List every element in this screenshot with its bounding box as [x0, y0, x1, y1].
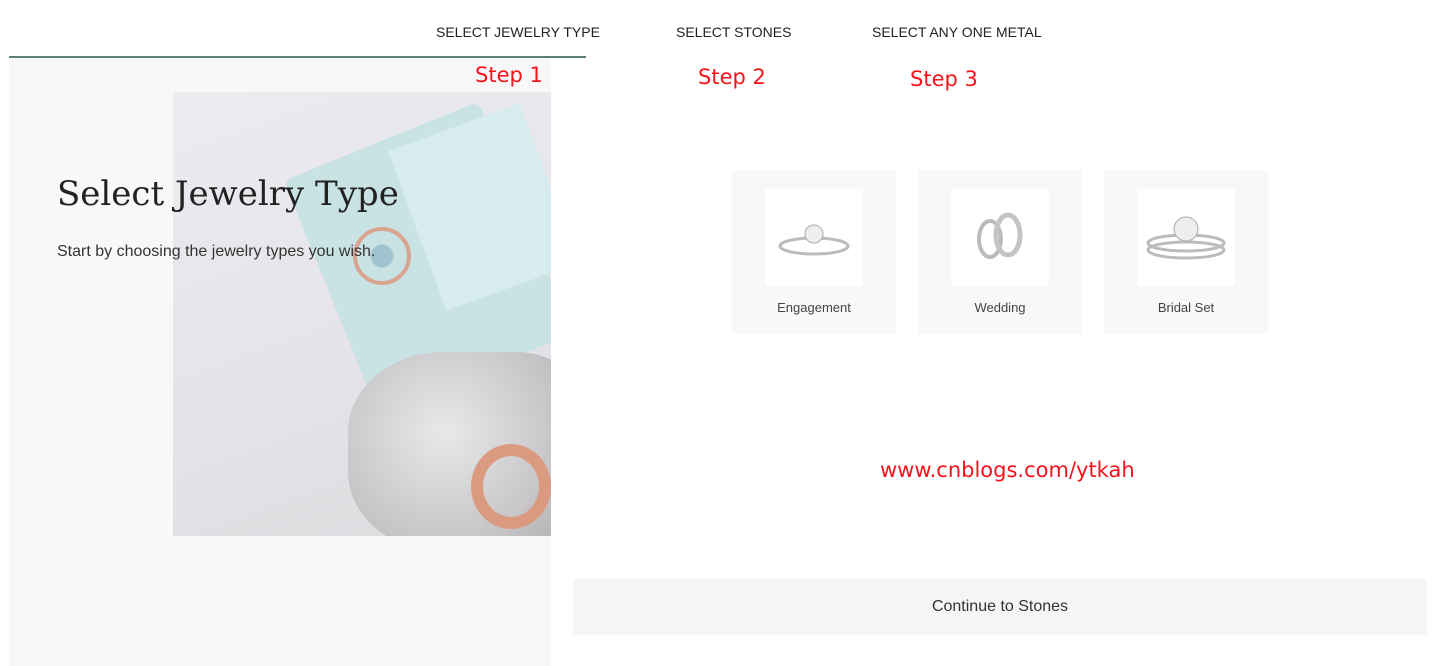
watermark-text: www.cnblogs.com/ytkah	[880, 458, 1135, 482]
type-label: Bridal Set	[1157, 300, 1215, 315]
wedding-bands-icon	[951, 188, 1049, 286]
type-card-engagement[interactable]: Engagement	[732, 170, 896, 334]
annotation-step-3: Step 3	[910, 67, 978, 91]
engagement-ring-icon	[765, 188, 863, 286]
continue-button[interactable]: Continue to Stones	[573, 579, 1427, 635]
type-card-wedding[interactable]: Wedding	[918, 170, 1082, 334]
annotation-step-2: Step 2	[698, 65, 766, 89]
step-tab-metal[interactable]: SELECT ANY ONE METAL	[872, 24, 1042, 40]
type-card-bridal-set[interactable]: Bridal Set	[1104, 170, 1268, 334]
annotation-step-1: Step 1	[475, 63, 543, 87]
step-tab-stones[interactable]: SELECT STONES	[676, 24, 791, 40]
type-label: Engagement	[777, 300, 851, 315]
type-label: Wedding	[974, 300, 1026, 315]
intro-description: Start by choosing the jewelry types you …	[57, 243, 376, 260]
step-tab-jewelry-type[interactable]: SELECT JEWELRY TYPE	[436, 24, 600, 40]
jewelry-photo	[173, 92, 551, 536]
page-title: Select Jewelry Type	[57, 174, 399, 214]
bridal-set-icon	[1137, 188, 1235, 286]
